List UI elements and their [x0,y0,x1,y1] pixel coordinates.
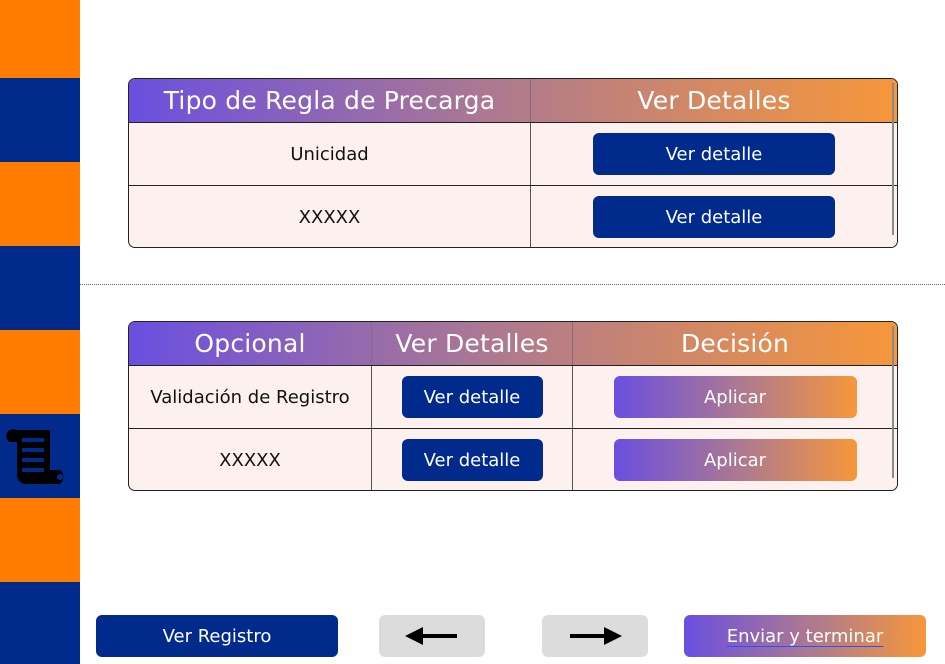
sidebar-stripe [0,78,80,162]
rule-name: Unicidad [129,123,531,185]
rule-name: XXXXX [129,186,531,247]
section-divider [80,284,945,285]
enviar-terminar-button[interactable]: Enviar y terminar [684,615,926,657]
table-row: Validación de Registro Ver detalle Aplic… [129,366,897,429]
column-header-ver-detalles: Ver Detalles [372,322,573,365]
sidebar-stripe [0,0,80,78]
table-header: Tipo de Regla de Precarga Ver Detalles [129,79,897,123]
sidebar-stripe [0,330,80,414]
enviar-terminar-label: Enviar y terminar [726,625,884,647]
ver-registro-label: Ver Registro [162,625,272,647]
table-header: Opcional Ver Detalles Decisión [129,322,897,366]
aplicar-button[interactable]: Aplicar [613,439,857,481]
arrow-left-icon [405,627,457,645]
rule-name: XXXXX [129,429,372,490]
precarga-rules-table: Tipo de Regla de Precarga Ver Detalles U… [128,78,898,248]
ver-detalle-button[interactable]: Ver detalle [593,133,835,175]
scroll-icon[interactable] [6,424,70,488]
ver-detalle-button[interactable]: Ver detalle [401,376,543,418]
column-header-decision: Decisión [680,329,790,358]
rule-name: Validación de Registro [129,366,372,428]
ver-detalle-button[interactable]: Ver detalle [593,196,835,238]
table-row: XXXXX Ver detalle [129,186,897,247]
sidebar-stripe [0,162,80,246]
ver-detalle-button[interactable]: Ver detalle [401,439,543,481]
table-scrollbar[interactable] [892,83,894,235]
table-row: Unicidad Ver detalle [129,123,897,186]
optional-rules-table: Opcional Ver Detalles Decisión Validació… [128,321,898,491]
table-scrollbar[interactable] [892,326,894,478]
column-header-ver-detalles: Ver Detalles [637,86,791,115]
sidebar-stripe [0,246,80,330]
sidebar [0,0,80,664]
arrow-right-icon [570,627,622,645]
forward-button[interactable] [542,615,648,657]
back-button[interactable] [379,615,485,657]
sidebar-stripe [0,582,80,664]
column-header-tipo: Tipo de Regla de Precarga [129,79,531,122]
aplicar-button[interactable]: Aplicar [613,376,857,418]
table-row: XXXXX Ver detalle Aplicar [129,429,897,490]
sidebar-stripe [0,498,80,582]
ver-registro-button[interactable]: Ver Registro [96,615,338,657]
column-header-opcional: Opcional [129,322,372,365]
